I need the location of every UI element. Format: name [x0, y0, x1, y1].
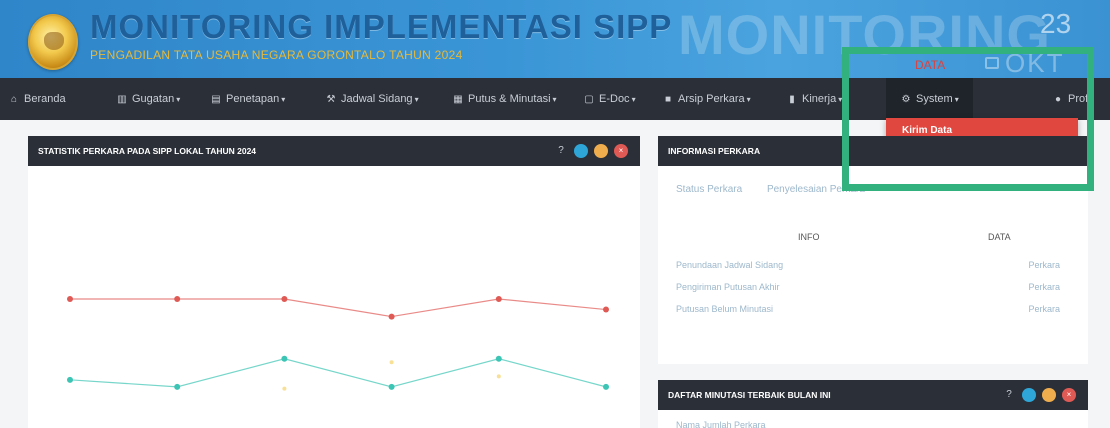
extra-data-point-2	[496, 374, 501, 379]
info-row-value[interactable]: Perkara	[1028, 260, 1060, 270]
archive-icon: ■	[664, 94, 672, 105]
nav-label: Penetapan	[226, 93, 280, 105]
banner-date-number: 23	[1040, 8, 1072, 39]
refresh-icon[interactable]	[1022, 388, 1036, 402]
data-point-s0-1[interactable]	[174, 296, 181, 302]
data-point-s1-2[interactable]	[281, 355, 288, 362]
nav-label: Gugatan	[132, 93, 175, 105]
series-line-0	[70, 298, 607, 318]
statistik-perkara-panel: STATISTIK PERKARA PADA SIPP LOKAL TAHUN …	[28, 136, 640, 428]
panel-title: STATISTIK PERKARA PADA SIPP LOKAL TAHUN …	[38, 146, 257, 156]
gavel-icon: ⚒	[326, 94, 336, 105]
chevron-down-icon: ▾	[631, 95, 636, 104]
extra-data-point-0	[389, 360, 394, 365]
panel-header: STATISTIK PERKARA PADA SIPP LOKAL TAHUN …	[28, 136, 640, 166]
help-icon[interactable]: ?	[554, 144, 568, 158]
data-point-s1-4[interactable]	[495, 355, 502, 362]
nav-item-e-doc[interactable]: ▢ E-Doc ▾	[583, 78, 636, 120]
list-column-headers: Nama Jumlah Perkara	[676, 420, 766, 428]
document-icon: ▢	[584, 94, 594, 105]
tab-status-perkara[interactable]: Status Perkara	[676, 184, 742, 195]
data-point-s0-3[interactable]	[388, 313, 395, 320]
calendar-icon: ▦	[453, 94, 463, 105]
panel-title: DAFTAR MINUTASI TERBAIK BULAN INI	[668, 390, 831, 400]
close-icon[interactable]: ×	[1062, 388, 1076, 402]
nav-item-gugatan[interactable]: ▥ Gugatan ▾	[116, 78, 180, 120]
minimize-icon[interactable]	[594, 144, 608, 158]
data-point-s0-5[interactable]	[603, 306, 609, 313]
column-header-info: INFO	[798, 232, 820, 242]
bar-chart-icon: ▮	[789, 94, 795, 105]
nav-label: Arsip Perkara	[678, 93, 745, 105]
nav-item-kinerja[interactable]: ▮ Kinerja ▾	[786, 78, 842, 120]
nav-item-penetapan[interactable]: ▤ Penetapan ▾	[210, 78, 285, 120]
home-icon: ⌂	[10, 94, 18, 105]
chevron-down-icon: ▾	[414, 95, 419, 104]
chevron-down-icon: ▾	[552, 95, 557, 104]
data-point-s1-3[interactable]	[388, 383, 395, 390]
info-row-label[interactable]: Pengiriman Putusan Akhir	[676, 282, 780, 292]
nav-item-arsip-perkara[interactable]: ■ Arsip Perkara ▾	[662, 78, 751, 120]
nav-label: Kinerja	[802, 93, 837, 105]
chevron-down-icon: ▾	[176, 95, 181, 104]
extra-data-point-1	[282, 386, 287, 391]
nav-label: Beranda	[24, 93, 66, 105]
nav-item-jadwal-sidang[interactable]: ⚒ Jadwal Sidang ▾	[325, 78, 419, 120]
refresh-icon[interactable]	[574, 144, 588, 158]
data-point-s0-0[interactable]	[67, 296, 73, 302]
nav-label: E-Doc	[599, 93, 630, 105]
help-icon[interactable]: ?	[1002, 388, 1016, 402]
info-row-label[interactable]: Putusan Belum Minutasi	[676, 304, 773, 314]
statistik-line-chart	[67, 296, 609, 391]
data-point-s1-0[interactable]	[67, 376, 73, 383]
app-subtitle: PENGADILAN TATA USAHA NEGARA GORONTALO T…	[90, 48, 463, 62]
panel-header: DAFTAR MINUTASI TERBAIK BULAN INI ? ×	[658, 380, 1088, 410]
chevron-down-icon: ▾	[281, 95, 286, 104]
nav-item-beranda[interactable]: ⌂ Beranda	[8, 78, 66, 120]
data-point-s1-5[interactable]	[603, 383, 609, 390]
daftar-minutasi-panel: DAFTAR MINUTASI TERBAIK BULAN INI ? × Na…	[658, 380, 1088, 428]
nav-label: Jadwal Sidang	[341, 93, 413, 105]
info-row-value[interactable]: Perkara	[1028, 282, 1060, 292]
court-logo	[28, 14, 78, 70]
app-title: MONITORING IMPLEMENTASI SIPP	[90, 8, 673, 45]
building-icon: ▥	[117, 94, 127, 105]
file-icon: ▤	[211, 94, 221, 105]
chevron-down-icon: ▾	[746, 95, 751, 104]
nav-label: Putus & Minutasi	[468, 93, 551, 105]
minimize-icon[interactable]	[1042, 388, 1056, 402]
data-point-s0-4[interactable]	[495, 296, 502, 302]
panel-title: INFORMASI PERKARA	[668, 146, 761, 156]
nav-item-putus-minutasi[interactable]: ▦ Putus & Minutasi ▾	[452, 78, 557, 120]
close-icon[interactable]: ×	[614, 144, 628, 158]
info-row-value[interactable]: Perkara	[1028, 304, 1060, 314]
info-row-label[interactable]: Penundaan Jadwal Sidang	[676, 260, 783, 270]
series-line-1	[69, 358, 607, 388]
data-point-s1-1[interactable]	[174, 383, 181, 390]
data-point-s0-2[interactable]	[281, 296, 288, 302]
highlight-annotation-box	[842, 47, 1094, 191]
column-header-data: DATA	[988, 232, 1011, 242]
